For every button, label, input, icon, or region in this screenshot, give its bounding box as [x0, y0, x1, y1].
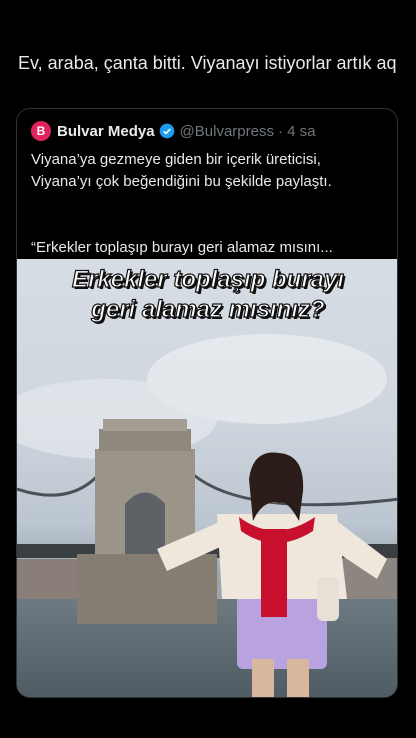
- quoted-tweet[interactable]: B Bulvar Medya @Bulvarpress · 4 sa Viyan…: [16, 108, 398, 698]
- author-name[interactable]: Bulvar Medya: [57, 123, 155, 140]
- video-caption-overlay: Erkekler toplaşıp burayı geri alamaz mıs…: [17, 265, 397, 325]
- video-media[interactable]: Erkekler toplaşıp burayı geri alamaz mıs…: [17, 259, 397, 697]
- overlay-line-2: geri alamaz mısınız?: [91, 295, 326, 323]
- author-handle[interactable]: @Bulvarpress: [180, 123, 274, 140]
- quoted-tweet-quote-line: “Erkekler toplaşıp burayı geri alamaz mı…: [31, 239, 333, 256]
- bulvar-logo-avatar[interactable]: B: [31, 121, 51, 141]
- overlay-line-1: Erkekler toplaşıp burayı: [71, 265, 345, 293]
- timestamp: · 4 sa: [277, 122, 316, 140]
- verified-badge-icon: [159, 123, 174, 139]
- quoted-tweet-header: B Bulvar Medya @Bulvarpress · 4 sa: [31, 121, 316, 141]
- tweet-text: Ev, araba, çanta bitti. Viyanayı istiyor…: [18, 53, 397, 73]
- quoted-tweet-text: Viyana’ya gezmeye giden bir içerik üreti…: [31, 151, 332, 190]
